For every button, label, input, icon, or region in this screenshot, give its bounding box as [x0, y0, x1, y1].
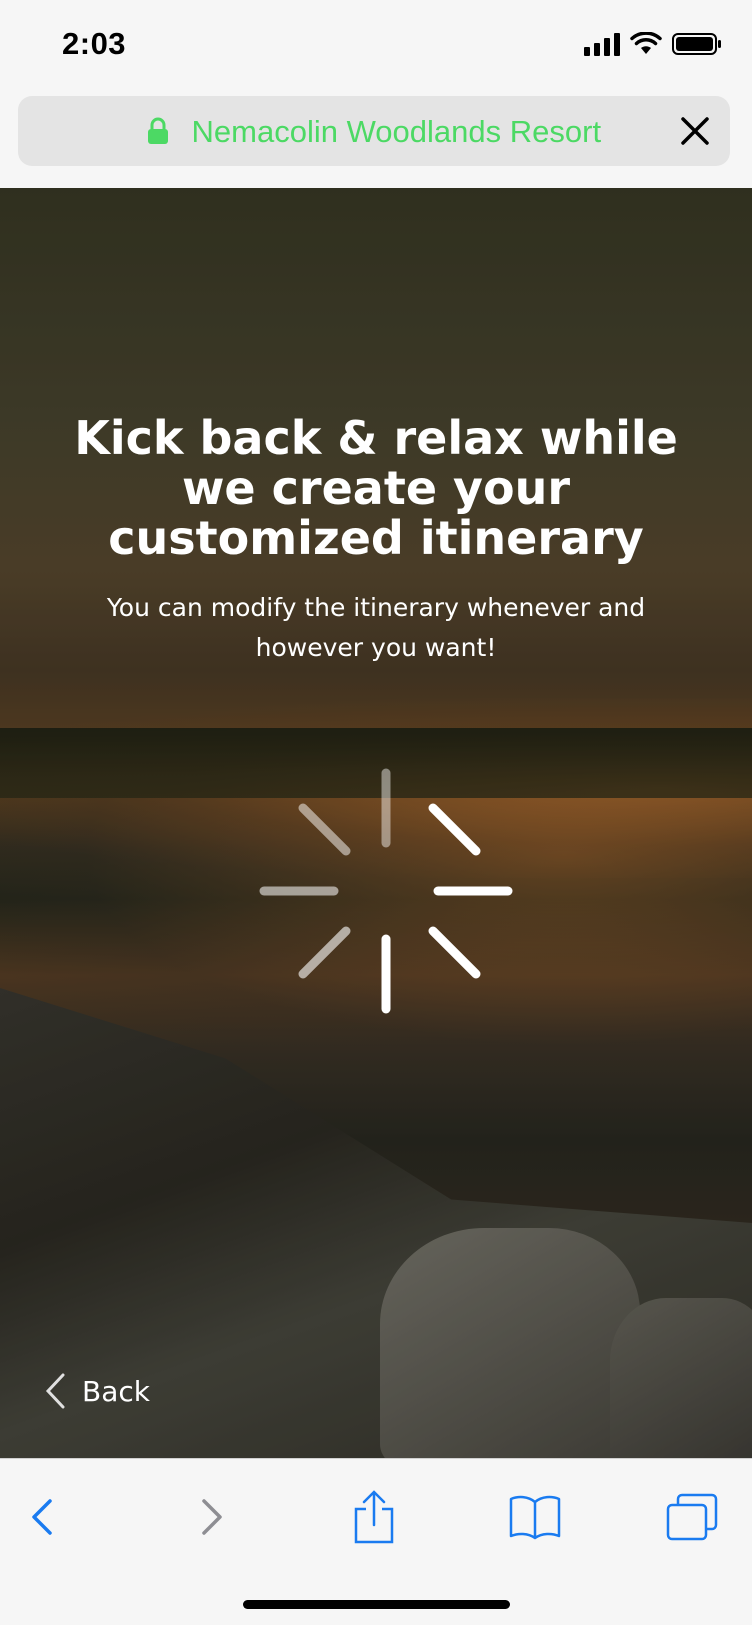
page-headline: Kick back & relax while we create your c… [74, 411, 678, 565]
page-subtext: You can modify the itinerary whenever an… [106, 593, 646, 662]
bookmarks-button[interactable] [505, 1487, 565, 1547]
status-bar: 2:03 [0, 0, 752, 90]
share-button[interactable] [344, 1487, 404, 1547]
address-bar[interactable]: Nemacolin Woodlands Resort [18, 96, 730, 166]
tabs-icon [666, 1493, 718, 1541]
browser-forward-button[interactable] [182, 1487, 242, 1547]
site-title-container: Nemacolin Woodlands Resort [18, 114, 730, 150]
status-time: 2:03 [62, 26, 127, 61]
site-title: Nemacolin Woodlands Resort [191, 114, 602, 149]
battery-icon [672, 33, 721, 55]
share-icon [354, 1490, 394, 1544]
back-button-label: Back [82, 1374, 150, 1408]
hero-background-image: Kick back & relax while we create your c… [0, 188, 752, 1458]
chevron-left-icon [45, 1373, 65, 1409]
wifi-icon [630, 32, 662, 54]
back-button[interactable]: Back [44, 1372, 150, 1410]
spinner-icon [259, 768, 513, 1014]
close-icon[interactable] [678, 114, 712, 148]
lock-icon [147, 117, 168, 144]
home-indicator [243, 1600, 510, 1609]
signal-icon [584, 32, 620, 56]
status-icons [584, 32, 722, 56]
browser-back-button[interactable] [12, 1487, 72, 1547]
tabs-button[interactable] [662, 1487, 722, 1547]
bookmarks-icon [509, 1495, 561, 1540]
forward-arrow-icon [202, 1499, 222, 1535]
back-arrow-icon [32, 1499, 52, 1535]
